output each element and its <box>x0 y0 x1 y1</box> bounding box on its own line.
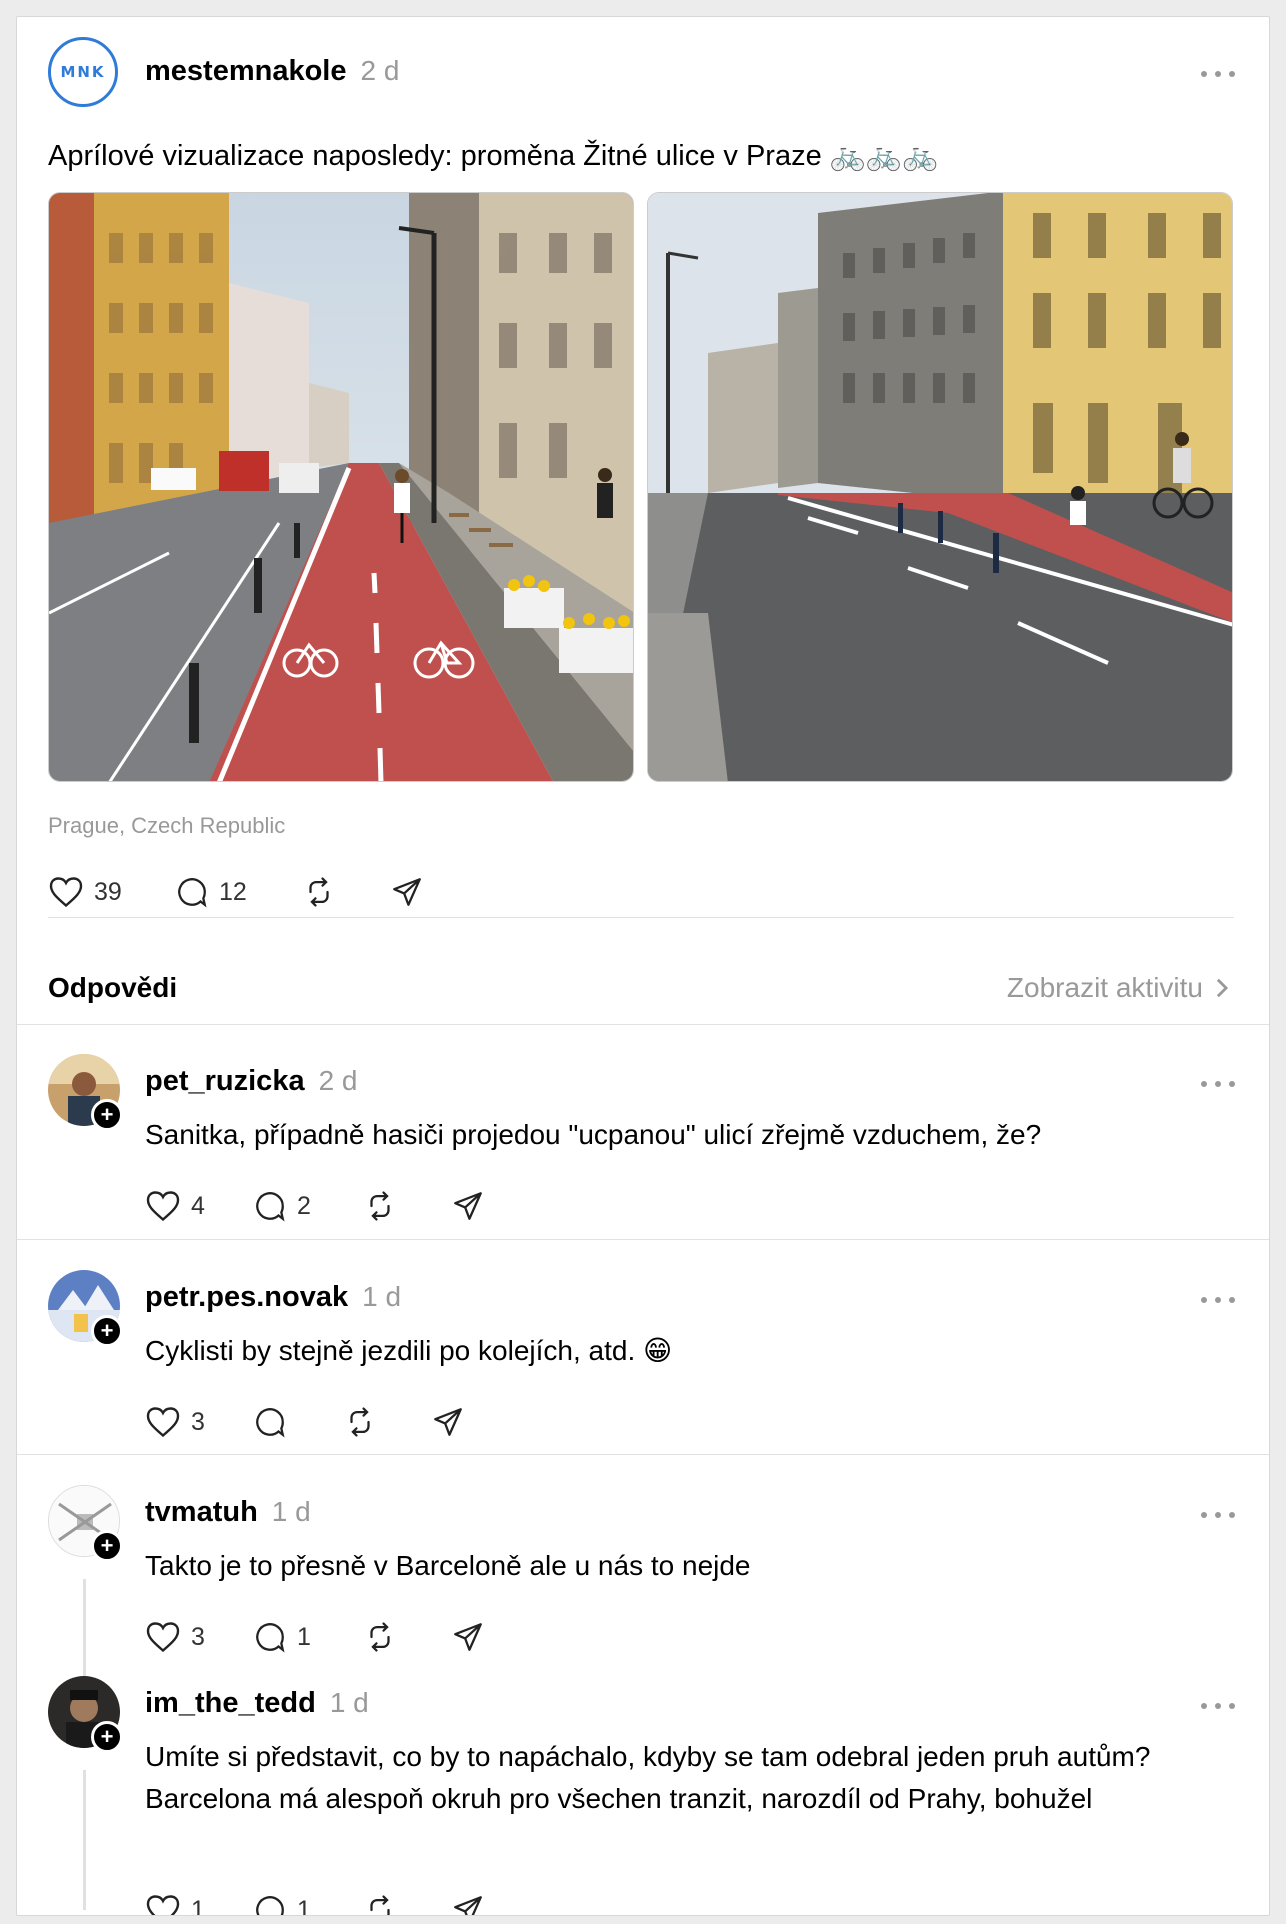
comment-icon <box>256 1896 284 1915</box>
share-icon <box>454 1623 482 1651</box>
like-count: 1 <box>191 1895 205 1916</box>
reply-username[interactable]: petr.pes.novak <box>145 1281 348 1313</box>
post-text: Aprílové vizualizace naposledy: proměna … <box>48 140 939 172</box>
repost-button[interactable] <box>363 1189 397 1223</box>
comment-icon <box>178 878 207 908</box>
share-button[interactable] <box>390 875 424 909</box>
comment-icon <box>256 1192 285 1222</box>
share-button[interactable] <box>431 1405 465 1439</box>
repost-button[interactable] <box>363 1620 397 1654</box>
like-count: 3 <box>191 1407 205 1436</box>
share-icon <box>393 878 421 906</box>
repost-icon <box>370 1895 390 1915</box>
repost-button[interactable] <box>363 1893 397 1915</box>
heart-icon <box>146 1622 180 1653</box>
repost-icon <box>309 877 329 907</box>
follow-plus-icon[interactable]: + <box>91 1721 123 1753</box>
reply-username[interactable]: im_the_tedd <box>145 1687 316 1719</box>
share-button[interactable] <box>451 1893 485 1915</box>
like-count: 4 <box>191 1191 205 1220</box>
thread-line <box>83 1579 86 1679</box>
reply-username[interactable]: pet_ruzicka <box>145 1065 305 1097</box>
follow-plus-icon[interactable]: + <box>91 1530 123 1562</box>
reply-header: petr.pes.novak 1 d <box>145 1281 401 1314</box>
comment-button[interactable]: 1 <box>253 1893 311 1916</box>
share-icon <box>454 1896 482 1915</box>
replies-title: Odpovědi <box>48 972 178 1003</box>
post-image-visualization[interactable] <box>48 192 634 782</box>
repost-icon <box>370 1622 390 1652</box>
chevron-right-icon <box>1216 978 1229 998</box>
heart-icon <box>146 1895 180 1915</box>
reply-time: 1 d <box>271 1496 311 1527</box>
divider <box>17 1024 1269 1025</box>
reply-text: Cyklisti by stejně jezdili po kolejích, … <box>145 1335 673 1366</box>
reply-time: 1 d <box>329 1687 369 1718</box>
reply-header: im_the_tedd 1 d <box>145 1687 369 1720</box>
reply-time: 1 d <box>362 1281 402 1312</box>
divider <box>48 917 1234 918</box>
comment-icon <box>256 1408 285 1438</box>
divider <box>17 1454 1269 1455</box>
like-button[interactable]: 1 <box>145 1893 205 1916</box>
reply-text: Takto je to přesně v Barceloně ale u nás… <box>145 1550 751 1581</box>
more-options-icon[interactable] <box>1201 69 1235 79</box>
like-button[interactable]: 39 <box>48 875 122 909</box>
post-time: 2 d <box>360 55 400 86</box>
like-count: 39 <box>94 877 122 906</box>
thread-line <box>83 1770 86 1910</box>
like-button[interactable]: 4 <box>145 1189 205 1223</box>
share-button[interactable] <box>451 1620 485 1654</box>
more-options-icon[interactable] <box>1201 1510 1235 1520</box>
post-location[interactable]: Prague, Czech Republic <box>48 813 285 839</box>
visualization-street-image <box>49 193 633 781</box>
reply-username[interactable]: tvmatuh <box>145 1496 258 1528</box>
author-avatar[interactable]: MNK <box>48 37 118 107</box>
post-card: MNK mestemnakole 2 d Aprílové vizualizace… <box>16 16 1270 1916</box>
like-count: 3 <box>191 1622 205 1651</box>
heart-icon <box>146 1407 180 1438</box>
more-options-icon[interactable] <box>1201 1701 1235 1711</box>
reply-text: Sanitka, případně hasiči projedou "ucpan… <box>145 1119 1042 1150</box>
repost-icon <box>370 1191 390 1221</box>
share-icon <box>434 1408 462 1436</box>
divider <box>17 1239 1269 1240</box>
author-username[interactable]: mestemnakole <box>145 55 347 87</box>
comment-button[interactable]: 1 <box>253 1620 311 1654</box>
repost-button[interactable] <box>302 875 336 909</box>
current-street-image <box>648 193 1232 781</box>
comment-count: 12 <box>219 877 247 906</box>
comment-icon <box>256 1623 285 1653</box>
share-button[interactable] <box>451 1189 485 1223</box>
follow-plus-icon[interactable]: + <box>91 1315 123 1347</box>
reply-header: pet_ruzicka 2 d <box>145 1065 358 1098</box>
reply-text: Umíte si představit, co by to napáchalo,… <box>145 1741 1151 1814</box>
avatar-text: MNK <box>60 63 106 81</box>
follow-plus-icon[interactable]: + <box>91 1099 123 1131</box>
comment-button[interactable]: 2 <box>253 1189 311 1223</box>
heart-icon <box>146 1191 180 1222</box>
reply-time: 2 d <box>318 1065 358 1096</box>
heart-icon <box>49 877 83 908</box>
view-activity-link[interactable]: Zobrazit aktivitu <box>1007 972 1229 1004</box>
reply-header: tvmatuh 1 d <box>145 1496 311 1529</box>
more-options-icon[interactable] <box>1201 1295 1235 1305</box>
post-header: mestemnakole 2 d <box>145 55 399 88</box>
comment-button[interactable] <box>253 1405 287 1439</box>
more-options-icon[interactable] <box>1201 1079 1235 1089</box>
view-activity-label: Zobrazit aktivitu <box>1006 972 1203 1003</box>
share-icon <box>454 1192 482 1220</box>
comment-button[interactable]: 12 <box>175 875 247 909</box>
comment-count: 2 <box>297 1191 311 1220</box>
comment-count: 1 <box>297 1622 311 1651</box>
repost-button[interactable] <box>343 1405 377 1439</box>
like-button[interactable]: 3 <box>145 1620 205 1654</box>
like-button[interactable]: 3 <box>145 1405 205 1439</box>
repost-icon <box>350 1407 370 1437</box>
comment-count: 1 <box>297 1895 311 1916</box>
post-image-current[interactable] <box>647 192 1233 782</box>
